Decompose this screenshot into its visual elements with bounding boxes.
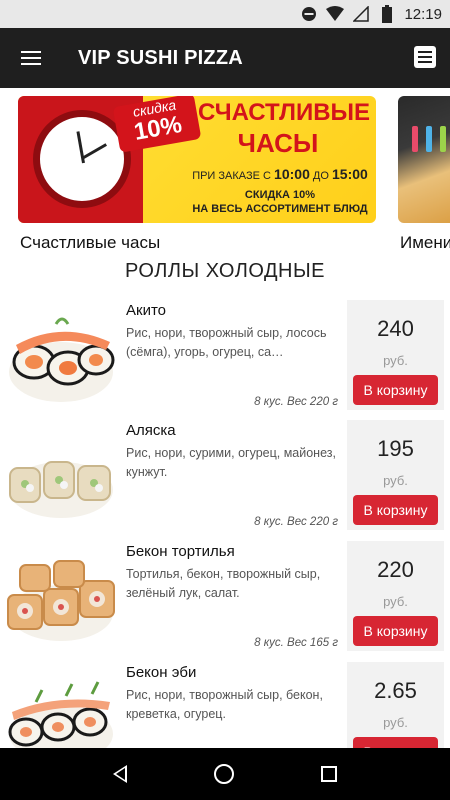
sushi-roll-image: [9, 317, 115, 402]
promo-banner-image[interactable]: скидка 10% СЧАСТЛИВЫЕ ЧАСЫ ПРИ ЗАКАЗЕ С …: [18, 96, 376, 223]
recent-apps-icon[interactable]: [320, 766, 337, 782]
product-price: 195: [377, 436, 414, 461]
product-price: 240: [377, 316, 414, 341]
wifi-icon: [326, 5, 345, 23]
banner-caption: Счастливые часы: [20, 233, 161, 252]
promo-banner-birthday[interactable]: Имени: [398, 96, 450, 253]
home-icon[interactable]: [213, 764, 234, 784]
product-weight: 8 кус. Вес 165 г: [254, 637, 338, 649]
app-title: VIP SUSHI PIZZA: [78, 46, 243, 69]
list-view-icon[interactable]: [414, 46, 436, 68]
birthday-cake-image[interactable]: [398, 96, 450, 223]
product-weight: 8 кус. Вес 220 г: [254, 516, 338, 528]
product-currency: руб.: [383, 473, 408, 488]
product-currency: руб.: [383, 594, 408, 609]
add-to-cart-button[interactable]: В корзину: [353, 495, 438, 525]
product-item[interactable]: Аляска Рис, нори, сурими, огурец, майоне…: [0, 420, 450, 532]
app-bar: VIP SUSHI PIZZA: [0, 28, 450, 88]
banner-headline-1: СЧАСТЛИВЫЕ: [197, 99, 371, 126]
product-description: Рис, нори, сурими, огурец, майонез, кунж…: [126, 446, 336, 479]
system-nav-bar: [0, 748, 450, 800]
product-description: Рис, нори, творожный сыр, бекон, креветк…: [126, 688, 323, 721]
back-icon[interactable]: [113, 765, 128, 783]
product-name: Бекон тортилья: [126, 543, 235, 560]
product-item[interactable]: Бекон тортилья Тортилья, бекон, творожны…: [0, 541, 450, 653]
product-description: Рис, нори, творожный сыр, лосось (сёмга)…: [126, 326, 327, 359]
status-time: 12:19: [404, 5, 442, 23]
promo-banner-happy-hours[interactable]: скидка 10% СЧАСТЛИВЫЕ ЧАСЫ ПРИ ЗАКАЗЕ С …: [18, 96, 376, 253]
product-price: 2.65: [374, 678, 417, 703]
price-box: 240 руб. В корзину: [347, 300, 444, 410]
price-box: 220 руб. В корзину: [347, 541, 444, 651]
battery-icon: [378, 5, 396, 23]
sushi-roll-image: [7, 560, 115, 641]
signal-icon: [352, 5, 370, 23]
status-bar: 12:19: [0, 0, 450, 28]
product-price: 220: [377, 557, 414, 582]
price-box: 195 руб. В корзину: [347, 420, 444, 530]
banner-caption: Имени: [400, 233, 450, 252]
product-item[interactable]: Акито Рис, нори, творожный сыр, лосось (…: [0, 300, 450, 412]
product-weight: 8 кус. Вес 220 г: [254, 396, 338, 408]
add-to-cart-button[interactable]: В корзину: [353, 375, 438, 405]
promo-carousel[interactable]: скидка 10% СЧАСТЛИВЫЕ ЧАСЫ ПРИ ЗАКАЗЕ С …: [0, 96, 450, 256]
product-name: Бекон эби: [126, 664, 197, 681]
banner-headline-2: ЧАСЫ: [237, 128, 319, 158]
do-not-disturb-icon: [300, 5, 318, 23]
add-to-cart-button[interactable]: В корзину: [353, 616, 438, 646]
product-name: Акито: [126, 302, 166, 319]
product-name: Аляска: [126, 422, 176, 439]
banner-discount-text: СКИДКА 10% НА ВЕСЬ АССОРТИМЕНТ БЛЮД: [192, 189, 368, 215]
sushi-roll-image: [9, 461, 113, 518]
hamburger-menu-icon[interactable]: [0, 28, 62, 88]
product-currency: руб.: [383, 715, 408, 730]
banner-time-text: ПРИ ЗАКАЗЕ С 10:00 ДО 15:00: [192, 166, 368, 182]
product-description: Тортилья, бекон, творожный сыр, зелёный …: [126, 567, 321, 600]
product-currency: руб.: [383, 353, 408, 368]
section-title: РОЛЛЫ ХОЛОДНЫЕ: [124, 260, 326, 282]
